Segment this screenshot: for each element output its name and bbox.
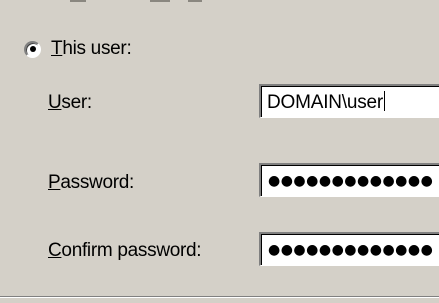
clipped-top-text	[0, 0, 439, 8]
confirm-password-label: Confirm password:	[48, 240, 202, 262]
confirm-password-field[interactable]: ●●●●●●●●●●●●●	[259, 232, 439, 266]
password-label-text: assword:	[60, 172, 135, 193]
user-field-value-wrap: DOMAIN\user	[267, 91, 386, 114]
this-user-radio[interactable]	[24, 40, 41, 58]
password-accelerator: P	[48, 172, 61, 193]
password-label: Password:	[48, 172, 134, 194]
this-user-option[interactable]: This user:	[24, 36, 132, 62]
bottom-divider-highlight	[0, 297, 439, 298]
user-field[interactable]: DOMAIN\user	[259, 84, 439, 118]
this-user-accelerator: T	[51, 38, 63, 59]
run-as-dialog-section: This user: User: DOMAIN\user Password: ●…	[0, 0, 439, 303]
password-field[interactable]: ●●●●●●●●●●●●●	[259, 163, 439, 197]
user-label-text: ser:	[61, 92, 92, 113]
this-user-label-text: his user:	[62, 38, 132, 59]
user-accelerator: U	[48, 92, 62, 113]
confirm-password-label-text: onfirm password:	[61, 240, 202, 261]
user-label: User:	[48, 92, 92, 114]
text-caret	[384, 91, 386, 111]
radio-selected-dot	[29, 46, 36, 52]
confirm-password-field-masked-value: ●●●●●●●●●●●●●	[268, 242, 434, 258]
confirm-password-accelerator: C	[48, 240, 62, 261]
password-field-masked-value: ●●●●●●●●●●●●●	[268, 173, 434, 189]
user-field-value: DOMAIN\user	[267, 92, 384, 113]
this-user-label[interactable]: This user:	[51, 38, 132, 60]
